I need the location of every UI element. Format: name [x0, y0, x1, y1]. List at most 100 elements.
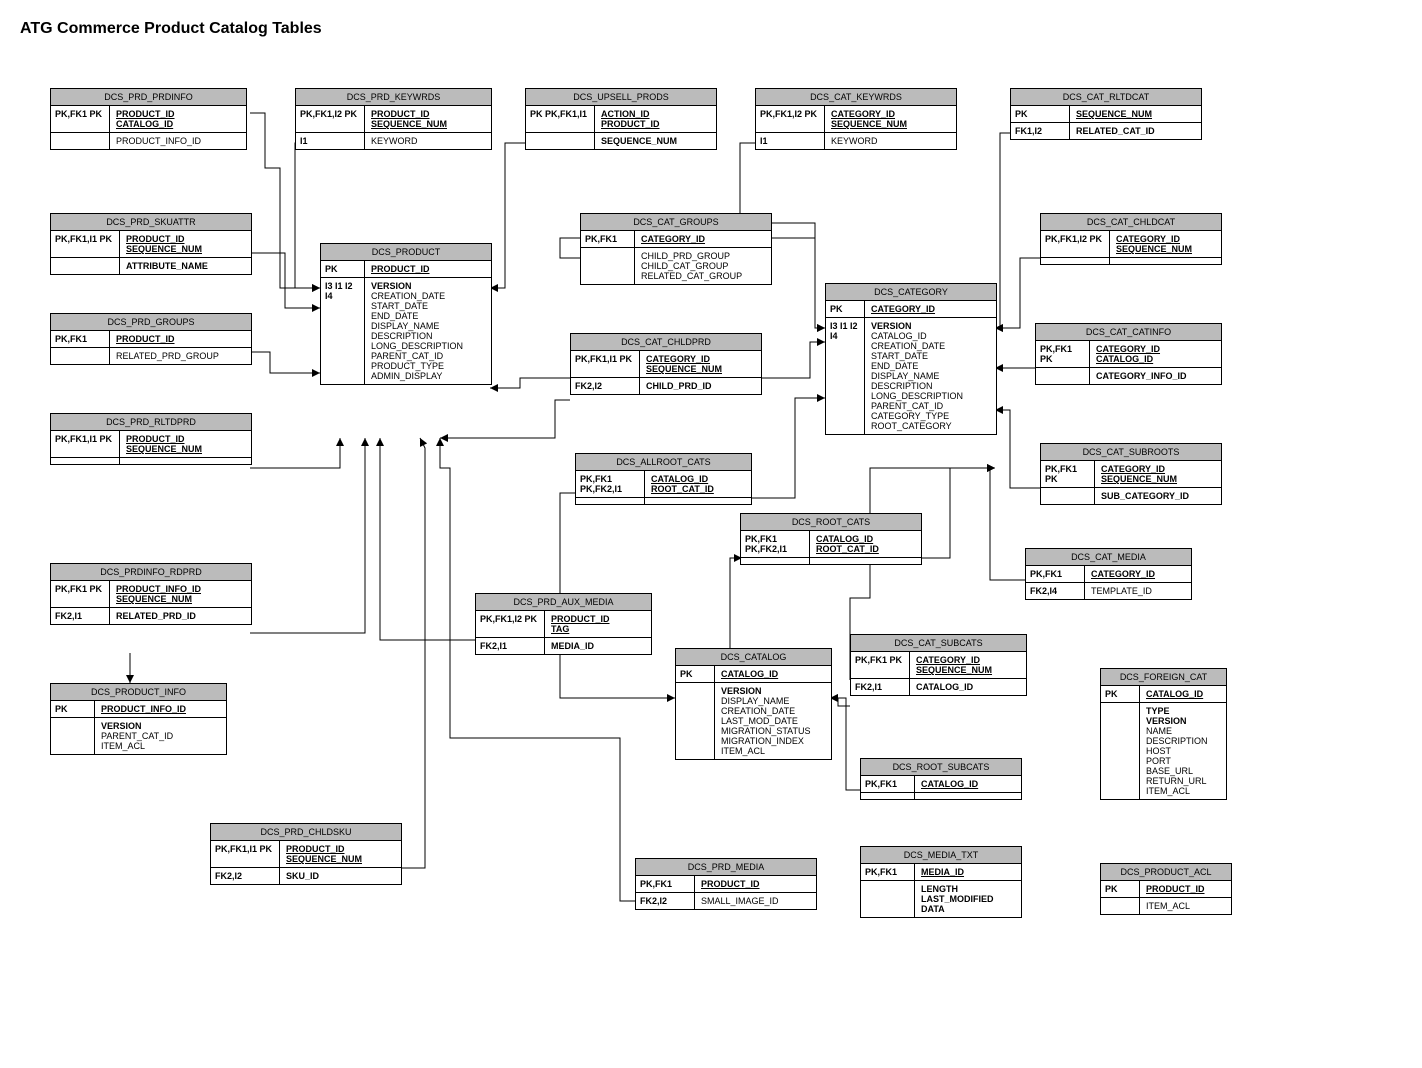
- key-column: I3 I1 I2 I4: [826, 318, 865, 434]
- key-column: PK,FK1,I2 PK: [1041, 231, 1110, 257]
- value-column: PRODUCT_ID SEQUENCE_NUM: [365, 106, 491, 132]
- table-row: FK2,I4TEMPLATE_ID: [1026, 583, 1191, 599]
- table-header: DCS_PRD_AUX_MEDIA: [476, 594, 651, 611]
- table-dcs_prd_prdinfo: DCS_PRD_PRDINFOPK,FK1 PKPRODUCT_ID CATAL…: [50, 88, 247, 150]
- table-row: SUB_CATEGORY_ID: [1041, 488, 1221, 504]
- table-header: DCS_PRD_CHLDSKU: [211, 824, 401, 841]
- table-row: PRODUCT_INFO_ID: [51, 133, 246, 149]
- table-row: [1041, 258, 1221, 264]
- table-row: PK,FK1 PKPRODUCT_ID CATALOG_ID: [51, 106, 246, 133]
- table-dcs_upsell_prods: DCS_UPSELL_PRODSPK PK,FK1,I1ACTION_ID PR…: [525, 88, 717, 150]
- table-row: CHILD_PRD_GROUP CHILD_CAT_GROUP RELATED_…: [581, 248, 771, 284]
- table-header: DCS_ROOT_SUBCATS: [861, 759, 1021, 776]
- value-column: CATEGORY_ID SEQUENCE_NUM: [910, 652, 1026, 678]
- table-dcs_prdinfo_rdprd: DCS_PRDINFO_RDPRDPK,FK1 PKPRODUCT_INFO_I…: [50, 563, 252, 625]
- table-row: PKPRODUCT_ID: [1101, 881, 1231, 898]
- value-column: ACTION_ID PRODUCT_ID: [595, 106, 716, 132]
- value-column: TYPE VERSION NAME DESCRIPTION HOST PORT …: [1140, 703, 1226, 799]
- table-row: PKSEQUENCE_NUM: [1011, 106, 1201, 123]
- value-column: CATEGORY_ID SEQUENCE_NUM: [1110, 231, 1221, 257]
- key-column: [1041, 258, 1110, 264]
- table-dcs_prd_keywrds: DCS_PRD_KEYWRDSPK,FK1,I2 PKPRODUCT_ID SE…: [295, 88, 492, 150]
- value-column: CATEGORY_ID: [635, 231, 771, 247]
- value-column: CATEGORY_ID: [1085, 566, 1191, 582]
- key-column: PK,FK1,I2 PK: [756, 106, 825, 132]
- table-row: PK,FK1CATALOG_ID: [861, 776, 1021, 793]
- key-column: [1036, 368, 1090, 384]
- table-dcs_root_cats: DCS_ROOT_CATSPK,FK1 PK,FK2,I1CATALOG_ID …: [740, 513, 922, 565]
- table-dcs_root_subcats: DCS_ROOT_SUBCATSPK,FK1CATALOG_ID: [860, 758, 1022, 800]
- key-column: [676, 683, 715, 759]
- key-column: [861, 793, 915, 799]
- value-column: [810, 558, 921, 564]
- table-row: PKPRODUCT_INFO_ID: [51, 701, 226, 718]
- table-row: PK,FK1 PKCATEGORY_ID SEQUENCE_NUM: [851, 652, 1026, 679]
- key-column: PK,FK1,I1 PK: [571, 351, 640, 377]
- key-column: PK,FK1,I1 PK: [51, 231, 120, 257]
- key-column: PK: [826, 301, 865, 317]
- table-dcs_foreign_cat: DCS_FOREIGN_CATPKCATALOG_IDTYPE VERSION …: [1100, 668, 1227, 800]
- key-column: I3 I1 I2 I4: [321, 278, 365, 384]
- table-row: PK,FK1 PK,FK2,I1CATALOG_ID ROOT_CAT_ID: [576, 471, 751, 498]
- table-dcs_product_acl: DCS_PRODUCT_ACLPKPRODUCT_IDITEM_ACL: [1100, 863, 1232, 915]
- value-column: PRODUCT_ID: [110, 331, 251, 347]
- value-column: PRODUCT_ID TAG: [545, 611, 651, 637]
- er-diagram: DCS_PRD_PRDINFOPK,FK1 PKPRODUCT_ID CATAL…: [20, 68, 1402, 1048]
- key-column: PK: [1011, 106, 1070, 122]
- table-row: VERSION DISPLAY_NAME CREATION_DATE LAST_…: [676, 683, 831, 759]
- key-column: PK: [321, 261, 365, 277]
- table-row: [51, 458, 251, 464]
- value-column: CATALOG_ID: [715, 666, 831, 682]
- table-header: DCS_CAT_RLTDCAT: [1011, 89, 1201, 106]
- table-dcs_prd_chldsku: DCS_PRD_CHLDSKUPK,FK1,I1 PKPRODUCT_ID SE…: [210, 823, 402, 885]
- key-column: PK,FK1: [581, 231, 635, 247]
- table-dcs_media_txt: DCS_MEDIA_TXTPK,FK1MEDIA_IDLENGTH LAST_M…: [860, 846, 1022, 918]
- table-dcs_product: DCS_PRODUCTPKPRODUCT_ID I3 I1 I2 I4VERSI…: [320, 243, 492, 385]
- table-header: DCS_CATEGORY: [826, 284, 996, 301]
- value-column: PRODUCT_ID SEQUENCE_NUM: [120, 431, 251, 457]
- key-column: PK,FK1,I1 PK: [51, 431, 120, 457]
- key-column: [51, 718, 95, 754]
- key-column: PK,FK1 PK: [1036, 341, 1090, 367]
- value-column: ITEM_ACL: [1140, 898, 1231, 914]
- table-row: VERSION PARENT_CAT_ID ITEM_ACL: [51, 718, 226, 754]
- value-column: VERSION CREATION_DATE START_DATE END_DAT…: [365, 278, 491, 384]
- key-column: PK,FK1 PK: [851, 652, 910, 678]
- table-header: DCS_ALLROOT_CATS: [576, 454, 751, 471]
- table-row: FK1,I2RELATED_CAT_ID: [1011, 123, 1201, 139]
- value-column: PRODUCT_ID: [695, 876, 816, 892]
- key-column: FK2,I1: [51, 608, 110, 624]
- table-header: DCS_UPSELL_PRODS: [526, 89, 716, 106]
- table-row: LENGTH LAST_MODIFIED DATA: [861, 881, 1021, 917]
- value-column: PRODUCT_INFO_ID SEQUENCE_NUM: [110, 581, 251, 607]
- key-column: [1101, 703, 1140, 799]
- table-row: I1KEYWORD: [756, 133, 956, 149]
- key-column: PK: [1101, 686, 1140, 702]
- table-row: FK2,I1MEDIA_ID: [476, 638, 651, 654]
- value-column: ATTRIBUTE_NAME: [120, 258, 251, 274]
- table-row: PK,FK1,I1 PKPRODUCT_ID SEQUENCE_NUM: [51, 231, 251, 258]
- value-column: RELATED_PRD_ID: [110, 608, 251, 624]
- value-column: [645, 498, 751, 504]
- table-row: FK2,I1RELATED_PRD_ID: [51, 608, 251, 624]
- value-column: CATEGORY_ID SEQUENCE_NUM: [825, 106, 956, 132]
- table-row: PKCATALOG_ID: [676, 666, 831, 683]
- table-dcs_catalog: DCS_CATALOGPKCATALOG_IDVERSION DISPLAY_N…: [675, 648, 832, 760]
- table-row: FK2,I2SMALL_IMAGE_ID: [636, 893, 816, 909]
- table-header: DCS_PRD_RLTDPRD: [51, 414, 251, 431]
- table-row: CATEGORY_INFO_ID: [1036, 368, 1221, 384]
- table-header: DCS_PRODUCT_ACL: [1101, 864, 1231, 881]
- table-row: ITEM_ACL: [1101, 898, 1231, 914]
- key-column: PK,FK1 PK,FK2,I1: [741, 531, 810, 557]
- table-row: TYPE VERSION NAME DESCRIPTION HOST PORT …: [1101, 703, 1226, 799]
- table-dcs_cat_rltdcat: DCS_CAT_RLTDCATPKSEQUENCE_NUMFK1,I2RELAT…: [1010, 88, 1202, 140]
- value-column: CATALOG_ID: [915, 776, 1021, 792]
- key-column: FK2,I2: [211, 868, 280, 884]
- table-row: PK,FK1,I1 PKPRODUCT_ID SEQUENCE_NUM: [51, 431, 251, 458]
- key-column: [1041, 488, 1095, 504]
- key-column: PK: [676, 666, 715, 682]
- value-column: VERSION CATALOG_ID CREATION_DATE START_D…: [865, 318, 996, 434]
- value-column: CATEGORY_INFO_ID: [1090, 368, 1221, 384]
- table-row: PKPRODUCT_ID: [321, 261, 491, 278]
- table-row: PK,FK1PRODUCT_ID: [636, 876, 816, 893]
